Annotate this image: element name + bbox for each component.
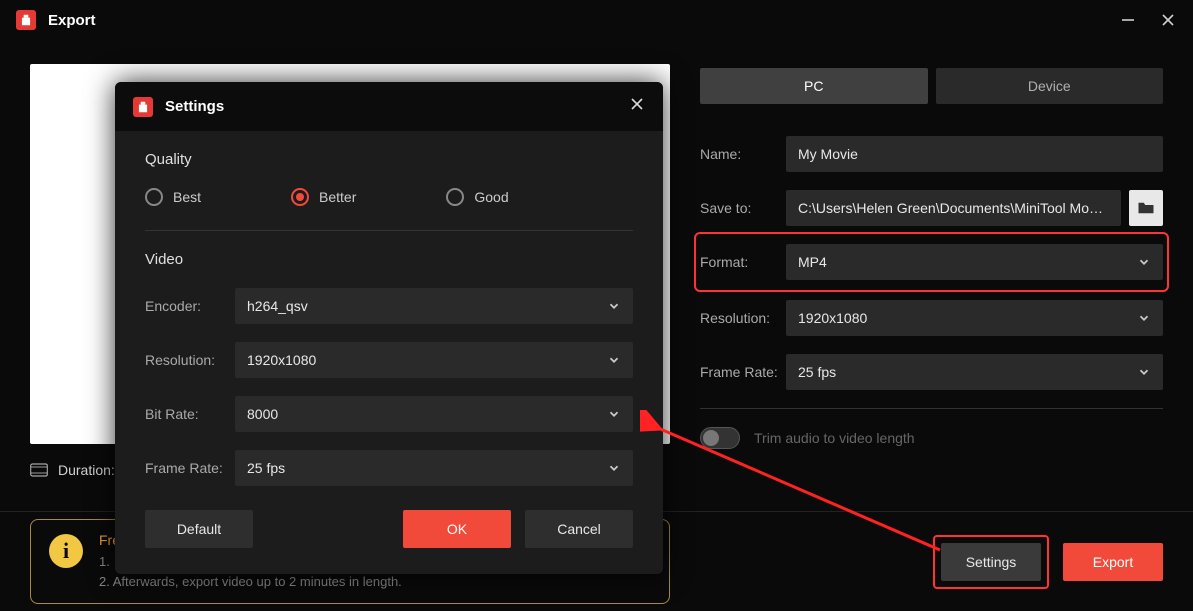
tab-pc[interactable]: PC [700, 68, 928, 104]
bitrate-value: 8000 [247, 406, 278, 422]
ok-button[interactable]: OK [403, 510, 511, 548]
m-resolution-label: Resolution: [145, 352, 235, 368]
m-framerate-value: 25 fps [247, 460, 285, 476]
chevron-down-icon [607, 407, 621, 421]
panel-divider [700, 408, 1163, 409]
app-logo-icon [133, 97, 153, 117]
chevron-down-icon [607, 353, 621, 367]
default-button[interactable]: Default [145, 510, 253, 548]
app-logo-icon [16, 10, 36, 30]
saveto-label: Save to: [700, 200, 786, 216]
framerate-value: 25 fps [798, 364, 836, 380]
m-resolution-value: 1920x1080 [247, 352, 316, 368]
film-icon [30, 463, 48, 477]
minimize-button[interactable] [1119, 11, 1137, 29]
saveto-input[interactable] [786, 190, 1121, 226]
export-panel: PC Device Name: Save to: Format: MP4 [700, 64, 1163, 511]
notice-line-2: 2. Afterwards, export video up to 2 minu… [99, 572, 402, 592]
quality-best-radio[interactable]: Best [145, 188, 201, 206]
name-input[interactable] [786, 136, 1163, 172]
settings-modal: Settings Quality Best Better Good Video … [115, 82, 663, 574]
chevron-down-icon [1137, 365, 1151, 379]
chevron-down-icon [1137, 311, 1151, 325]
title-bar: Export [0, 0, 1193, 40]
format-highlight: Format: MP4 [694, 232, 1169, 292]
trim-audio-label: Trim audio to video length [754, 430, 915, 446]
chevron-down-icon [607, 461, 621, 475]
chevron-down-icon [607, 299, 621, 313]
duration-label: Duration: [58, 462, 115, 478]
quality-better-radio[interactable]: Better [291, 188, 356, 206]
settings-highlight: Settings [933, 535, 1049, 589]
framerate-select[interactable]: 25 fps [786, 354, 1163, 390]
m-framerate-select[interactable]: 25 fps [235, 450, 633, 486]
encoder-value: h264_qsv [247, 298, 308, 314]
resolution-value: 1920x1080 [798, 310, 867, 326]
modal-title: Settings [165, 98, 629, 115]
resolution-select[interactable]: 1920x1080 [786, 300, 1163, 336]
encoder-select[interactable]: h264_qsv [235, 288, 633, 324]
m-resolution-select[interactable]: 1920x1080 [235, 342, 633, 378]
cancel-button[interactable]: Cancel [525, 510, 633, 548]
quality-header: Quality [145, 151, 633, 168]
modal-close-button[interactable] [629, 96, 645, 117]
bitrate-label: Bit Rate: [145, 406, 235, 422]
m-framerate-label: Frame Rate: [145, 460, 235, 476]
name-label: Name: [700, 146, 786, 162]
settings-button[interactable]: Settings [941, 543, 1041, 581]
format-value: MP4 [798, 254, 827, 270]
quality-good-radio[interactable]: Good [446, 188, 508, 206]
tab-device[interactable]: Device [936, 68, 1164, 104]
bitrate-select[interactable]: 8000 [235, 396, 633, 432]
trim-audio-toggle[interactable] [700, 427, 740, 449]
encoder-label: Encoder: [145, 298, 235, 314]
resolution-label: Resolution: [700, 310, 786, 326]
video-header: Video [145, 251, 633, 268]
window-title: Export [48, 12, 1119, 29]
format-label: Format: [700, 254, 786, 270]
info-icon: i [49, 534, 83, 568]
chevron-down-icon [1137, 255, 1151, 269]
format-select[interactable]: MP4 [786, 244, 1163, 280]
browse-folder-button[interactable] [1129, 190, 1163, 226]
export-button[interactable]: Export [1063, 543, 1163, 581]
framerate-label: Frame Rate: [700, 364, 786, 380]
close-window-button[interactable] [1159, 11, 1177, 29]
